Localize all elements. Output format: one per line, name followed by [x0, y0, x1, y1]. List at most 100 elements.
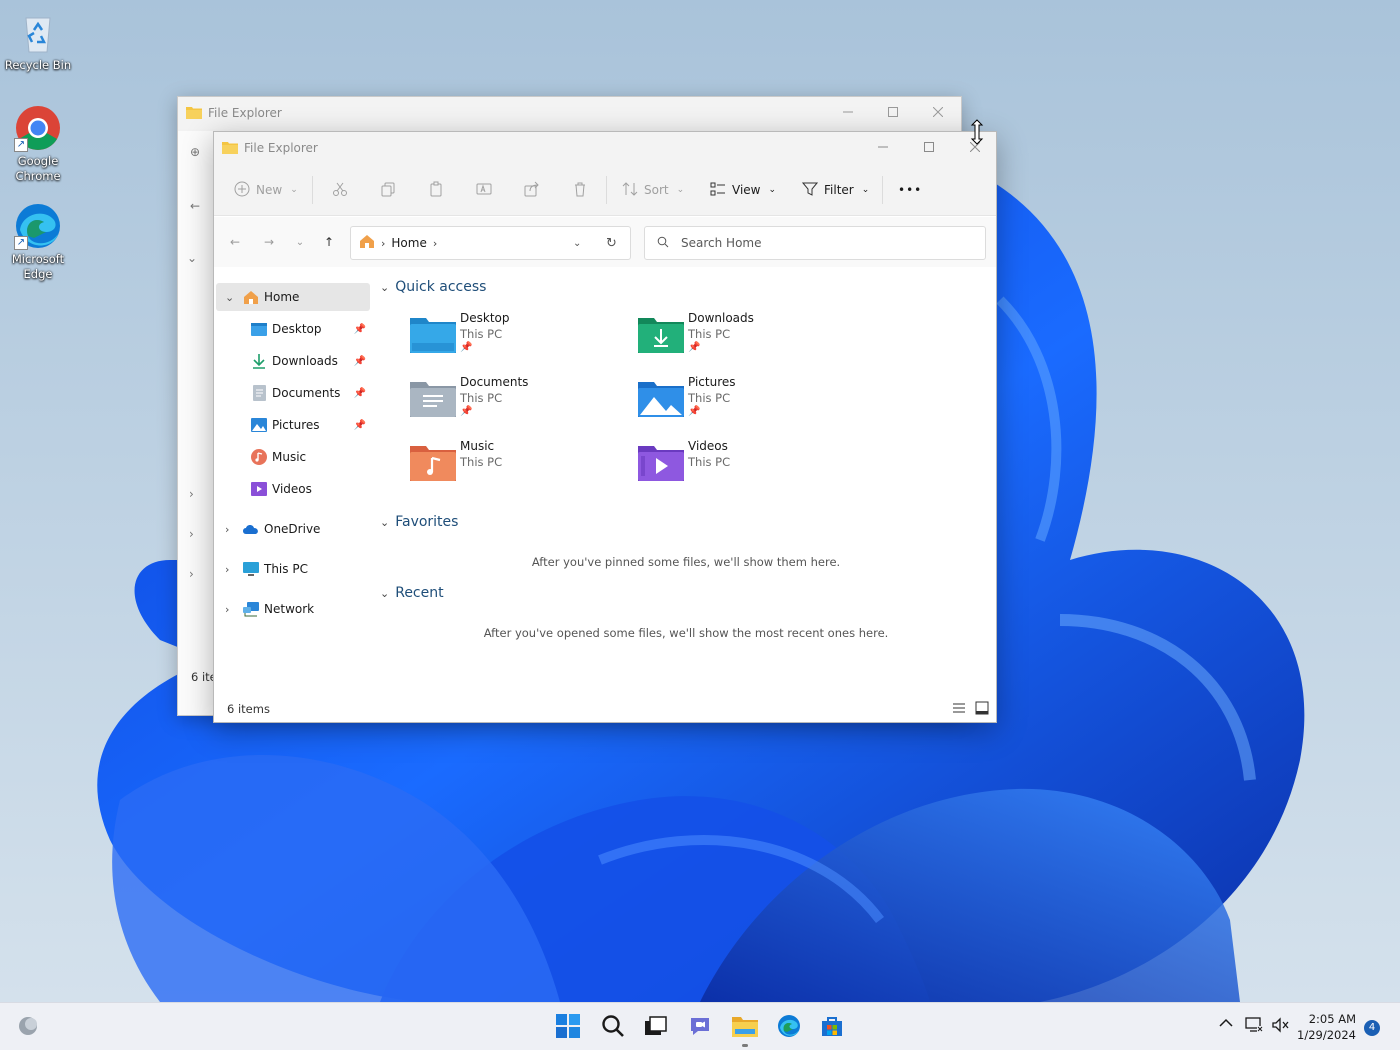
- nav-item-this-pc[interactable]: › This PC: [216, 555, 370, 583]
- back-arrow-icon: ←: [229, 235, 241, 249]
- quick-access-tile-downloads[interactable]: Downloads This PC 📌: [638, 311, 858, 367]
- search-button[interactable]: [597, 1011, 629, 1043]
- back-button[interactable]: ←: [224, 231, 246, 253]
- minimize-button[interactable]: [860, 132, 906, 162]
- chat-button[interactable]: [684, 1011, 716, 1043]
- rename-button[interactable]: [476, 177, 492, 203]
- show-hidden-icons-chevron-icon[interactable]: [1219, 1017, 1233, 1031]
- task-view-button[interactable]: [639, 1011, 671, 1043]
- search-box[interactable]: Search Home: [644, 226, 986, 260]
- chevron-down-icon: ⌄: [380, 280, 390, 294]
- quick-access-tile-pictures[interactable]: Pictures This PC 📌: [638, 375, 858, 431]
- notification-badge[interactable]: 4: [1364, 1020, 1380, 1036]
- favorites-header[interactable]: ⌄ Favorites: [380, 514, 458, 530]
- new-icon: [234, 181, 250, 200]
- edge-taskbar-button[interactable]: [773, 1011, 805, 1043]
- pin-icon: 📌: [460, 342, 473, 353]
- filter-button[interactable]: Filter ⌄: [801, 177, 869, 203]
- new-icon: ⊕: [190, 145, 201, 159]
- nav-item-desktop[interactable]: Desktop 📌: [216, 315, 370, 343]
- window-titlebar[interactable]: File Explorer: [214, 132, 996, 164]
- tile-location: This PC: [688, 327, 731, 341]
- pin-icon[interactable]: 📌: [354, 420, 366, 431]
- desktop-icon-label: Recycle Bin: [4, 58, 72, 72]
- pin-icon[interactable]: 📌: [354, 388, 366, 399]
- nav-item-pictures[interactable]: Pictures 📌: [216, 411, 370, 439]
- recent-locations-button[interactable]: ⌄: [289, 231, 311, 253]
- see-more-button[interactable]: •••: [898, 177, 922, 203]
- microsoft-store-icon: [820, 1014, 844, 1041]
- clipboard-icon: [428, 181, 444, 200]
- quick-access-tile-music[interactable]: Music This PC: [410, 439, 630, 495]
- tiles-view-icon[interactable]: [975, 701, 989, 718]
- widgets-button[interactable]: [12, 1011, 44, 1043]
- content-pane: ⌄ Quick access Desktop This PC 📌 Downloa…: [376, 267, 996, 696]
- breadcrumb-home[interactable]: Home: [391, 236, 426, 250]
- chevron-down-icon: ⌄: [295, 236, 305, 248]
- address-history-chevron-icon[interactable]: ⌄: [573, 238, 581, 249]
- taskbar-clock[interactable]: 2:05 AM 1/29/2024: [1297, 1011, 1356, 1043]
- file-explorer-window[interactable]: File Explorer New ⌄ Sort ⌄ View ⌄ Filter ⌄: [213, 131, 997, 723]
- pin-icon[interactable]: 📌: [354, 356, 366, 367]
- nav-item-label: Home: [264, 290, 300, 304]
- new-button[interactable]: New ⌄: [234, 177, 298, 203]
- store-taskbar-button[interactable]: [816, 1011, 848, 1043]
- close-button[interactable]: [915, 97, 961, 127]
- maximize-button[interactable]: [906, 132, 952, 162]
- favorites-heading: Favorites: [395, 514, 459, 530]
- sort-button[interactable]: Sort ⌄: [622, 177, 684, 203]
- nav-item-videos[interactable]: Videos: [216, 475, 370, 503]
- pin-icon: 📌: [688, 406, 701, 417]
- nav-item-label: Pictures: [272, 418, 320, 432]
- chevron-down-icon: ⌄: [187, 251, 198, 265]
- paste-button[interactable]: [428, 177, 444, 203]
- rename-icon: [476, 181, 492, 200]
- delete-button[interactable]: [572, 177, 588, 203]
- favorites-empty-message: After you've pinned some files, we'll sh…: [531, 555, 841, 569]
- tile-name: Downloads: [688, 311, 754, 325]
- search-icon: [657, 236, 669, 251]
- chevron-right-icon[interactable]: ›: [225, 563, 229, 576]
- desktop-icon-google-chrome[interactable]: ↗ Google Chrome: [2, 104, 74, 184]
- network-status-icon[interactable]: [1245, 1017, 1263, 1036]
- start-button[interactable]: [552, 1011, 584, 1043]
- forward-button[interactable]: →: [258, 231, 280, 253]
- forward-arrow-icon: →: [263, 235, 275, 249]
- file-explorer-taskbar-button[interactable]: [729, 1011, 761, 1047]
- tile-name: Desktop: [460, 311, 510, 325]
- recent-header[interactable]: ⌄ Recent: [380, 585, 444, 601]
- nav-item-network[interactable]: › Network: [216, 595, 370, 623]
- cut-button[interactable]: [332, 177, 348, 203]
- back-arrow-icon: ←: [190, 199, 201, 213]
- pin-icon[interactable]: 📌: [354, 324, 366, 335]
- quick-access-tile-documents[interactable]: Documents This PC 📌: [410, 375, 630, 431]
- nav-item-music[interactable]: Music: [216, 443, 370, 471]
- details-view-icon[interactable]: [952, 702, 966, 717]
- nav-item-home[interactable]: ⌄ Home: [216, 283, 370, 311]
- quick-access-tile-desktop[interactable]: Desktop This PC 📌: [410, 311, 630, 367]
- tile-location: This PC: [460, 391, 503, 405]
- tile-name: Videos: [688, 439, 728, 453]
- maximize-button[interactable]: [870, 97, 916, 127]
- toolbar-divider: [882, 176, 883, 204]
- minimize-button[interactable]: [825, 97, 871, 127]
- volume-muted-icon[interactable]: [1272, 1017, 1290, 1036]
- nav-item-onedrive[interactable]: › OneDrive: [216, 515, 370, 543]
- nav-item-downloads[interactable]: Downloads 📌: [216, 347, 370, 375]
- toolbar-divider: [606, 176, 607, 204]
- quick-access-header[interactable]: ⌄ Quick access: [380, 279, 486, 295]
- view-list-icon: [710, 181, 726, 200]
- chevron-right-icon[interactable]: ›: [225, 603, 229, 616]
- desktop-folder-icon: [410, 318, 456, 353]
- refresh-icon[interactable]: ↻: [606, 236, 617, 251]
- share-button[interactable]: [524, 177, 540, 203]
- view-button[interactable]: View ⌄: [710, 177, 776, 203]
- nav-item-documents[interactable]: Documents 📌: [216, 379, 370, 407]
- desktop-icon-recycle-bin[interactable]: Recycle Bin: [2, 8, 74, 73]
- desktop-icon-microsoft-edge[interactable]: ↗ Microsoft Edge: [2, 202, 74, 282]
- chevron-right-icon[interactable]: ›: [225, 523, 229, 536]
- address-bar[interactable]: › Home › ⌄ ↻: [350, 226, 631, 260]
- copy-button[interactable]: [380, 177, 396, 203]
- up-button[interactable]: ↑: [318, 231, 340, 253]
- quick-access-tile-videos[interactable]: Videos This PC: [638, 439, 858, 495]
